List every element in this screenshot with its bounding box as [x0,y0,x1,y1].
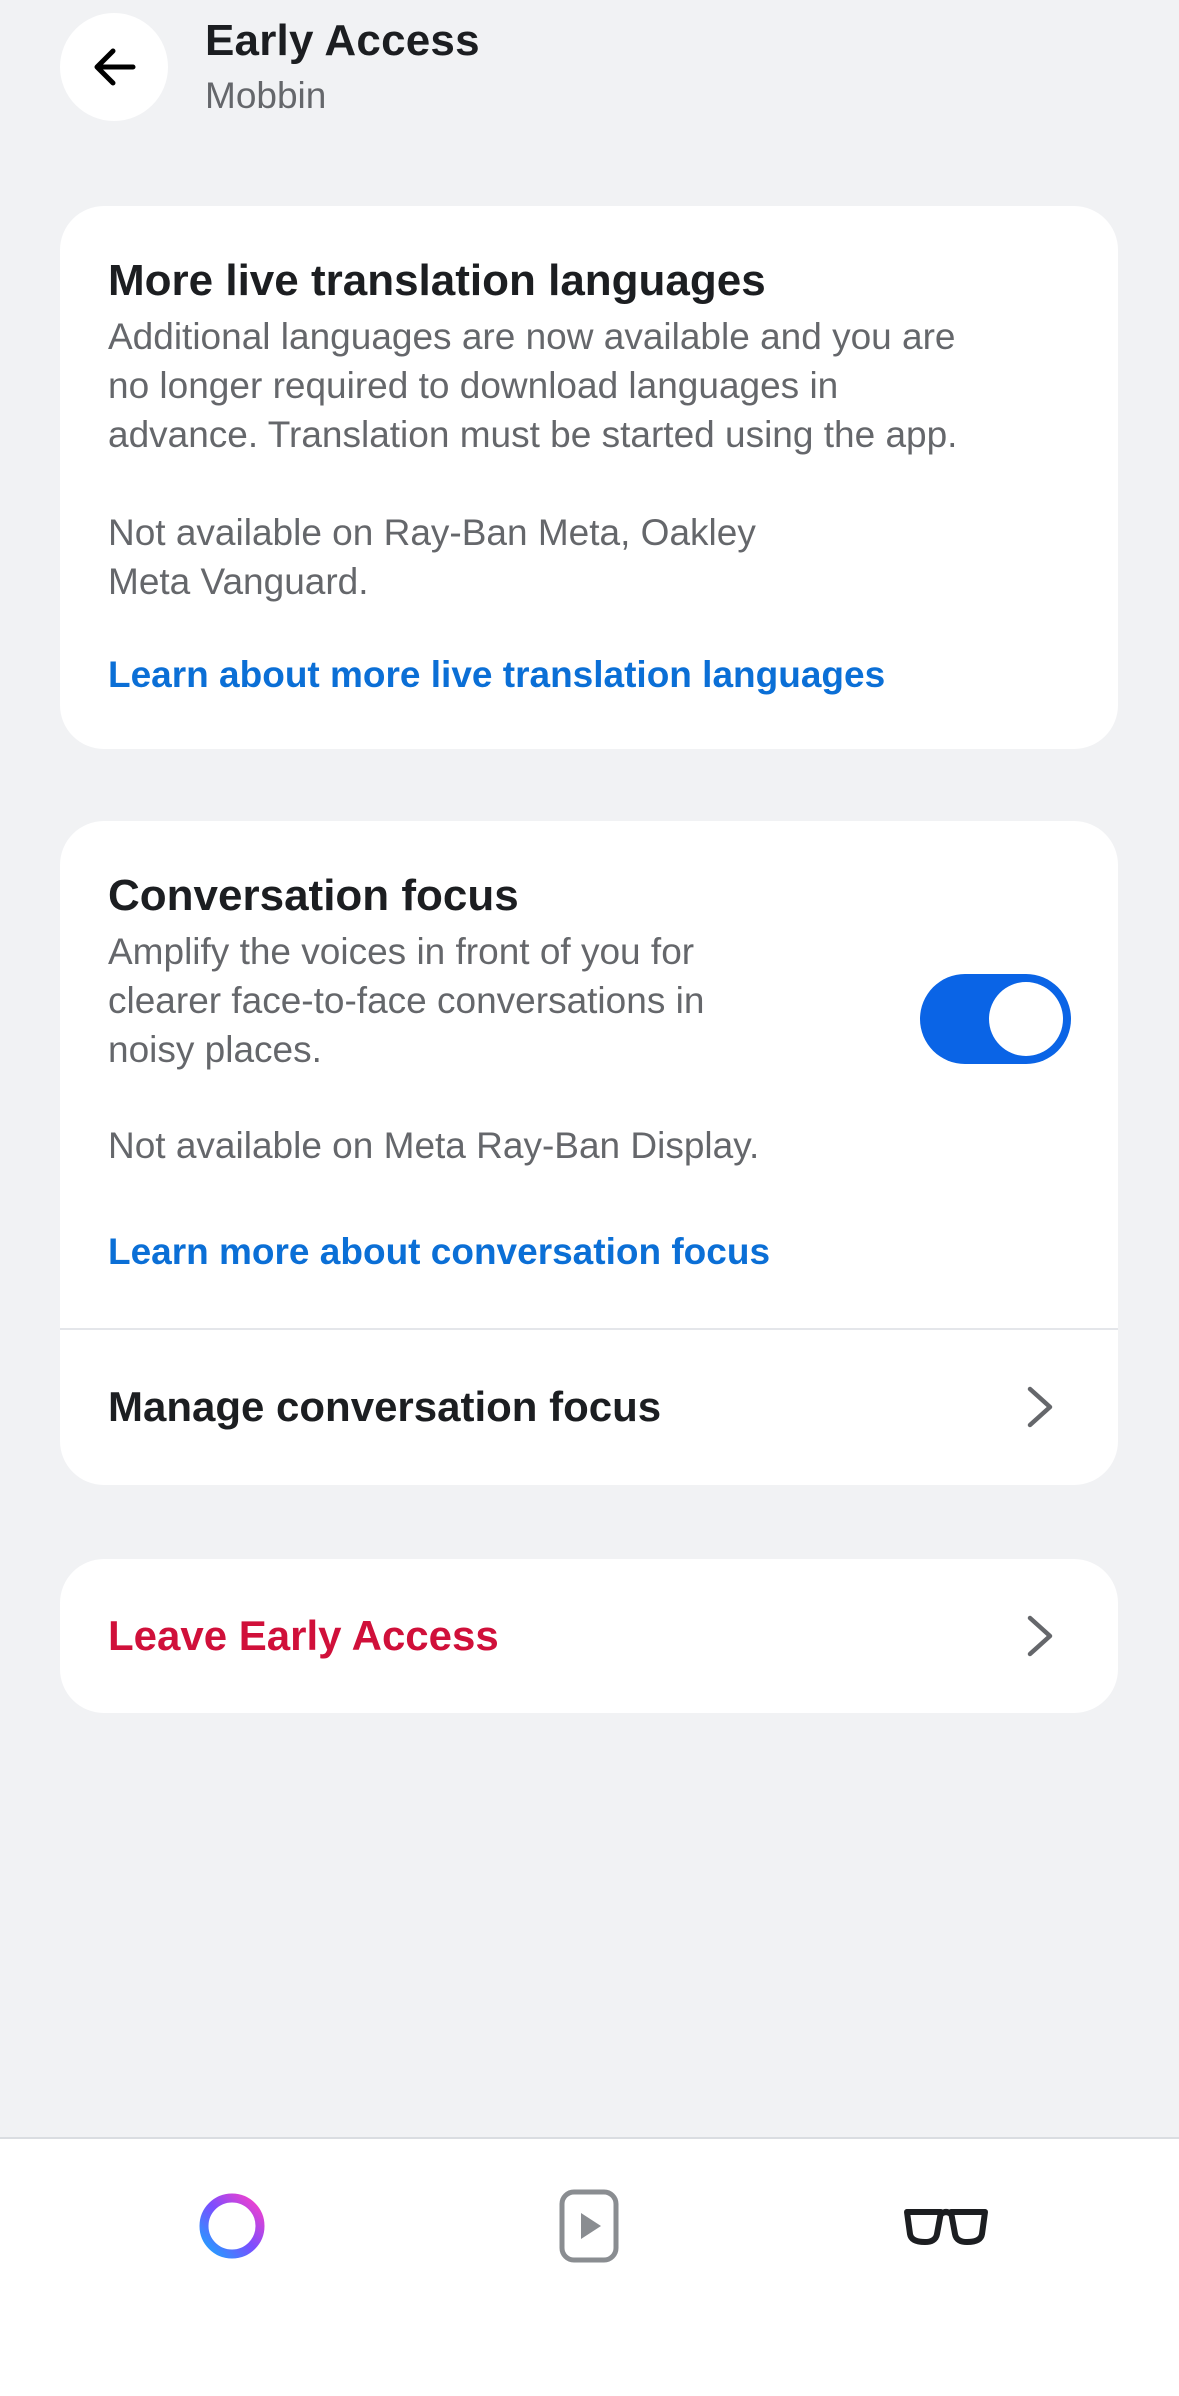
translation-description-line: Additional languages are now available a… [108,316,956,357]
translation-availability-note: Not available on Ray-Ban Meta, Oakley Me… [108,508,756,606]
translation-title: More live translation languages [108,256,766,305]
leave-early-access-row[interactable]: Leave Early Access [60,1559,1118,1713]
conversation-focus-description: Amplify the voices in front of you for c… [108,927,704,1074]
nav-media[interactable] [529,2181,649,2271]
translation-description-line: advance. Translation must be started usi… [108,414,958,455]
translation-note-line: Not available on Ray-Ban Meta, Oakley [108,512,756,553]
translation-learn-link[interactable]: Learn about more live translation langua… [108,654,885,696]
leave-early-access-label: Leave Early Access [108,1612,499,1659]
translation-card: More live translation languages Addition… [60,206,1118,749]
conversation-focus-title: Conversation focus [108,871,519,920]
meta-ai-ring-icon [199,2193,265,2259]
nav-devices[interactable] [886,2181,1006,2271]
glasses-icon [904,2209,988,2245]
early-access-screen: Early Access Mobbin More live translatio… [0,0,1179,2396]
bottom-navigation [0,2137,1179,2396]
media-play-icon [559,2189,619,2263]
manage-conversation-focus-row[interactable]: Manage conversation focus [60,1330,1118,1484]
toggle-knob [989,982,1063,1056]
conversation-description-line: clearer face-to-face conversations in [108,980,705,1021]
manage-conversation-focus-label: Manage conversation focus [108,1383,662,1430]
conversation-learn-link[interactable]: Learn more about conversation focus [108,1231,770,1273]
chevron-right-icon [1027,1386,1053,1428]
header: Early Access Mobbin [0,0,1179,150]
conversation-description-line: Amplify the voices in front of you for [108,931,695,972]
translation-note-line: Meta Vanguard. [108,561,369,602]
back-button[interactable] [60,13,168,121]
conversation-availability-note: Not available on Meta Ray-Ban Display. [108,1125,760,1166]
arrow-left-icon [94,48,136,86]
translation-description: Additional languages are now available a… [108,312,957,459]
leave-early-access-card: Leave Early Access [60,1559,1118,1713]
page-subtitle: Mobbin [205,75,327,116]
conversation-description-line: noisy places. [108,1029,322,1070]
conversation-focus-card: Conversation focus Amplify the voices in… [60,821,1118,1485]
chevron-right-icon [1027,1615,1053,1657]
nav-meta-ai[interactable] [172,2181,292,2271]
conversation-focus-toggle[interactable] [920,974,1071,1064]
page-title: Early Access [205,16,480,65]
translation-description-line: no longer required to download languages… [108,365,839,406]
